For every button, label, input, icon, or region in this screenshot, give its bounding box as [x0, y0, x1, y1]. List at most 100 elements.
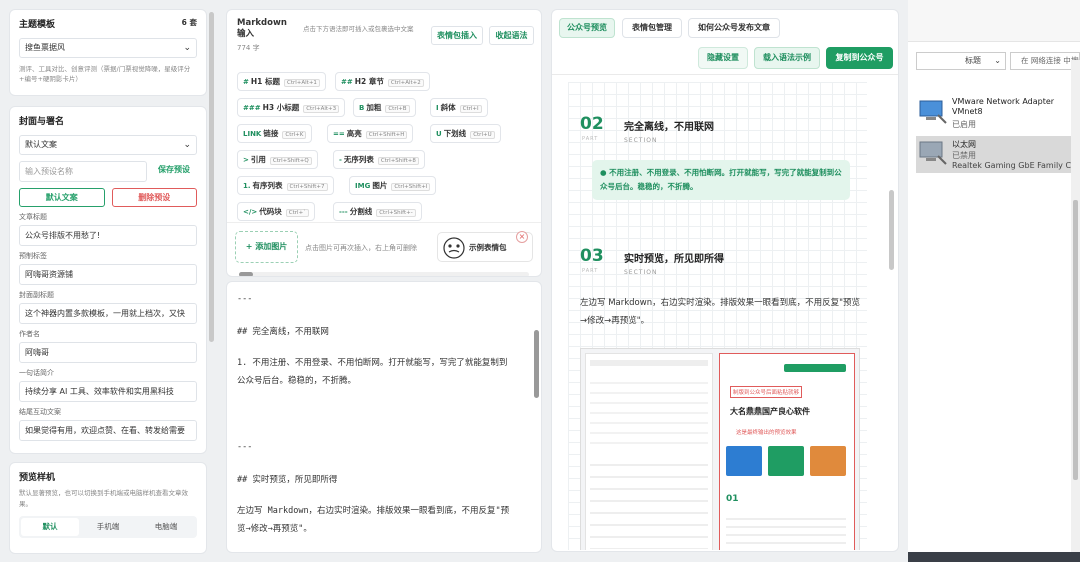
syntax-icon: B — [359, 104, 365, 112]
tab-how-to-publish[interactable]: 如何公众号发布文章 — [688, 18, 780, 38]
part-label: PART — [582, 136, 599, 142]
delete-emoji-icon[interactable]: × — [516, 231, 528, 243]
copy-to-wechat-button[interactable]: 复制到公众号 — [826, 47, 893, 69]
bullet-callout: ● 不用注册、不用登录、不用怕断网。打开就能写，写完了就能复制到公众号后台。稳稳… — [592, 160, 850, 200]
tab-default[interactable]: 默认 — [21, 518, 79, 536]
save-preset-button[interactable]: 保存预设 — [151, 161, 197, 180]
tab-desktop[interactable]: 电脑端 — [137, 518, 195, 536]
editor-scrollbar[interactable] — [534, 330, 539, 398]
shortcut-key: Ctrl+Shift+7 — [286, 183, 328, 191]
section-number: 02 — [580, 114, 604, 134]
adapter-vmnet8[interactable]: VMware Network Adapter VMnet8 已启用 — [916, 97, 1080, 131]
syntax-icon: LINK — [243, 130, 262, 138]
field-label: 封面副标题 — [19, 291, 54, 299]
tab-wechat-preview[interactable]: 公众号预览 — [559, 18, 615, 38]
syntax-button[interactable]: - 无序列表 Ctrl+Shift+8 — [333, 150, 425, 169]
syntax-icon: ### — [243, 104, 261, 112]
preview-scrollbar[interactable] — [889, 190, 894, 270]
field-label: 结尾互动文案 — [19, 408, 61, 416]
shortcut-key: Ctrl+Alt+1 — [283, 79, 320, 87]
chevron-down-icon: ⌄ — [994, 56, 1001, 65]
section-number: 03 — [580, 246, 604, 266]
syntax-button[interactable]: 1. 有序列表 Ctrl+Shift+7 — [237, 176, 334, 195]
markdown-line: ## 实时预览，所见即所得 — [237, 475, 338, 485]
collapse-syntax-button[interactable]: 收起语法 — [489, 26, 534, 45]
syntax-button[interactable]: </> 代码块 Ctrl+` — [237, 202, 315, 221]
preview-style-panel: 预览样机 默认显著预览，也可以切换到手机端或电脑样机查看文章效果。 默认 手机端… — [9, 462, 207, 554]
field-input[interactable]: 公众号排版不用愁了! — [19, 225, 197, 246]
adapter-status: 已启用 — [952, 120, 976, 129]
field-input[interactable]: 如果觉得有用，欢迎点赞、在看、转发给需要 — [19, 420, 197, 441]
sample-emoji-label: 示例表情包 — [469, 243, 507, 252]
toolbar-h-scrollbar[interactable] — [239, 272, 529, 276]
default-copy-button[interactable]: 默认文案 — [19, 188, 105, 207]
syntax-button[interactable]: --- 分割线 Ctrl+Shift+- — [333, 202, 422, 221]
sidebar-scrollbar[interactable] — [209, 12, 214, 342]
shortcut-key: Ctrl+Shift+- — [376, 209, 416, 217]
syntax-button[interactable]: ### H3 小标题 Ctrl+Alt+3 — [237, 98, 346, 117]
syntax-button[interactable]: I 斜体 Ctrl+I — [430, 98, 488, 117]
section-sub: SECTION — [624, 269, 658, 276]
markdown-line: ## 完全离线，不用联网 — [237, 327, 329, 337]
field-input[interactable]: 阿嗨哥 — [19, 342, 197, 363]
syntax-button[interactable]: LINK 链接 Ctrl+K — [237, 124, 313, 143]
adapter-status: 已禁用 — [952, 151, 976, 160]
thumb-callout-2: 这是最终输出的预览效果 — [736, 430, 797, 436]
network-adapter-icon — [919, 141, 947, 165]
thumb-callout-1: 制版到公众号后面粘贴就够 — [730, 386, 803, 398]
syntax-icon: # — [243, 78, 249, 86]
syntax-label: 图片 — [372, 181, 388, 190]
section-title: 完全离线，不用联网 — [624, 122, 714, 133]
syntax-button[interactable]: IMG 图片 Ctrl+Shift+I — [349, 176, 437, 195]
syntax-icon: IMG — [355, 182, 371, 190]
section-paragraph: 左边写 Markdown，右边实时渲染。排版效果一眼看到底，不用反复"预览→修改… — [580, 298, 861, 326]
chevron-down-icon: ⌄ — [183, 43, 191, 53]
emoji-insert-button[interactable]: 表情包插入 — [431, 26, 483, 45]
syntax-button[interactable]: == 高亮 Ctrl+Shift+H — [327, 124, 414, 143]
tab-emoji-manage[interactable]: 表情包管理 — [622, 18, 682, 38]
theme-count: 6 套 — [181, 18, 197, 27]
field-label: 预制标签 — [19, 252, 47, 260]
syntax-button[interactable]: > 引用 Ctrl+Shift+Q — [237, 150, 318, 169]
column-header-title: 标题 — [965, 56, 981, 65]
network-adapter-icon — [919, 100, 947, 124]
markdown-line: 1. 不用注册、不用登录、不用怕断网。打开就能写，写完了就能复制到 — [237, 358, 508, 368]
syntax-icon: I — [436, 104, 439, 112]
syntax-icon: ## — [341, 78, 353, 86]
syntax-label: 斜体 — [440, 103, 456, 112]
syntax-button[interactable]: U 下划线 Ctrl+U — [430, 124, 501, 143]
shortcut-key: Ctrl+` — [285, 209, 309, 217]
syntax-label: H1 标题 — [250, 77, 280, 86]
preset-select[interactable]: 默认文案 ⌄ — [19, 135, 197, 155]
theme-select[interactable]: 搜鱼票据风 ⌄ — [19, 38, 197, 58]
window-scrollbar[interactable] — [1073, 200, 1078, 480]
field-input[interactable]: 阿嗨哥资源铺 — [19, 264, 197, 285]
add-image-button[interactable]: + 添加图片 — [235, 231, 298, 263]
theme-panel: 主题模板 6 套 搜鱼票据风 ⌄ 测评、工具对比、创意评测（票据/门票视觉降噪，星… — [9, 9, 207, 96]
syntax-label: 链接 — [263, 129, 279, 138]
search-network-input[interactable]: 在 网络连接 中搜索 — [1010, 52, 1080, 70]
tab-mobile[interactable]: 手机端 — [79, 518, 137, 536]
delete-preset-button[interactable]: 删除预设 — [111, 188, 197, 207]
preset-select-value: 默认文案 — [25, 140, 57, 149]
shortcut-key: Ctrl+K — [282, 131, 307, 139]
syntax-button[interactable]: ## H2 章节 Ctrl+Alt+2 — [335, 72, 430, 91]
shortcut-key: Ctrl+Shift+8 — [377, 157, 419, 165]
field-input[interactable]: 持续分享 AI 工具、效率软件和实用黑科技 — [19, 381, 197, 402]
syntax-icon: 1. — [243, 182, 251, 190]
preset-name-input[interactable]: 输入预设名称 — [19, 161, 147, 182]
syntax-button[interactable]: B 加粗 Ctrl+B — [353, 98, 416, 117]
markdown-line: --- — [237, 294, 253, 304]
syntax-button[interactable]: # H1 标题 Ctrl+Alt+1 — [237, 72, 326, 91]
load-sample-button[interactable]: 载入语法示例 — [754, 47, 820, 69]
hide-settings-button[interactable]: 隐藏设置 — [698, 47, 748, 69]
field-input[interactable]: 这个神器内置多款模板，一用就上档次，又快 — [19, 303, 197, 324]
bullet-text: 不用注册、不用登录、不用怕断网。打开就能写，写完了就能复制到公众号后台。稳稳的，… — [600, 168, 842, 191]
cover-panel: 封面与署名 默认文案 ⌄ 输入预设名称 保存预设 默认文案 删除预设 文章标题 公众… — [9, 106, 207, 454]
preview-panel: 公众号预览 表情包管理 如何公众号发布文章 隐藏设置 载入语法示例 复制到公众号… — [551, 9, 899, 552]
editor-title: Markdown 输入 — [237, 18, 287, 39]
shortcut-key: Ctrl+Shift+H — [365, 131, 408, 139]
adapter-ethernet[interactable]: 以太网 已禁用 Realtek Gaming GbE Family C... — [916, 136, 1080, 173]
theme-select-value: 搜鱼票据风 — [25, 43, 65, 52]
syntax-label: 加粗 — [366, 103, 382, 112]
